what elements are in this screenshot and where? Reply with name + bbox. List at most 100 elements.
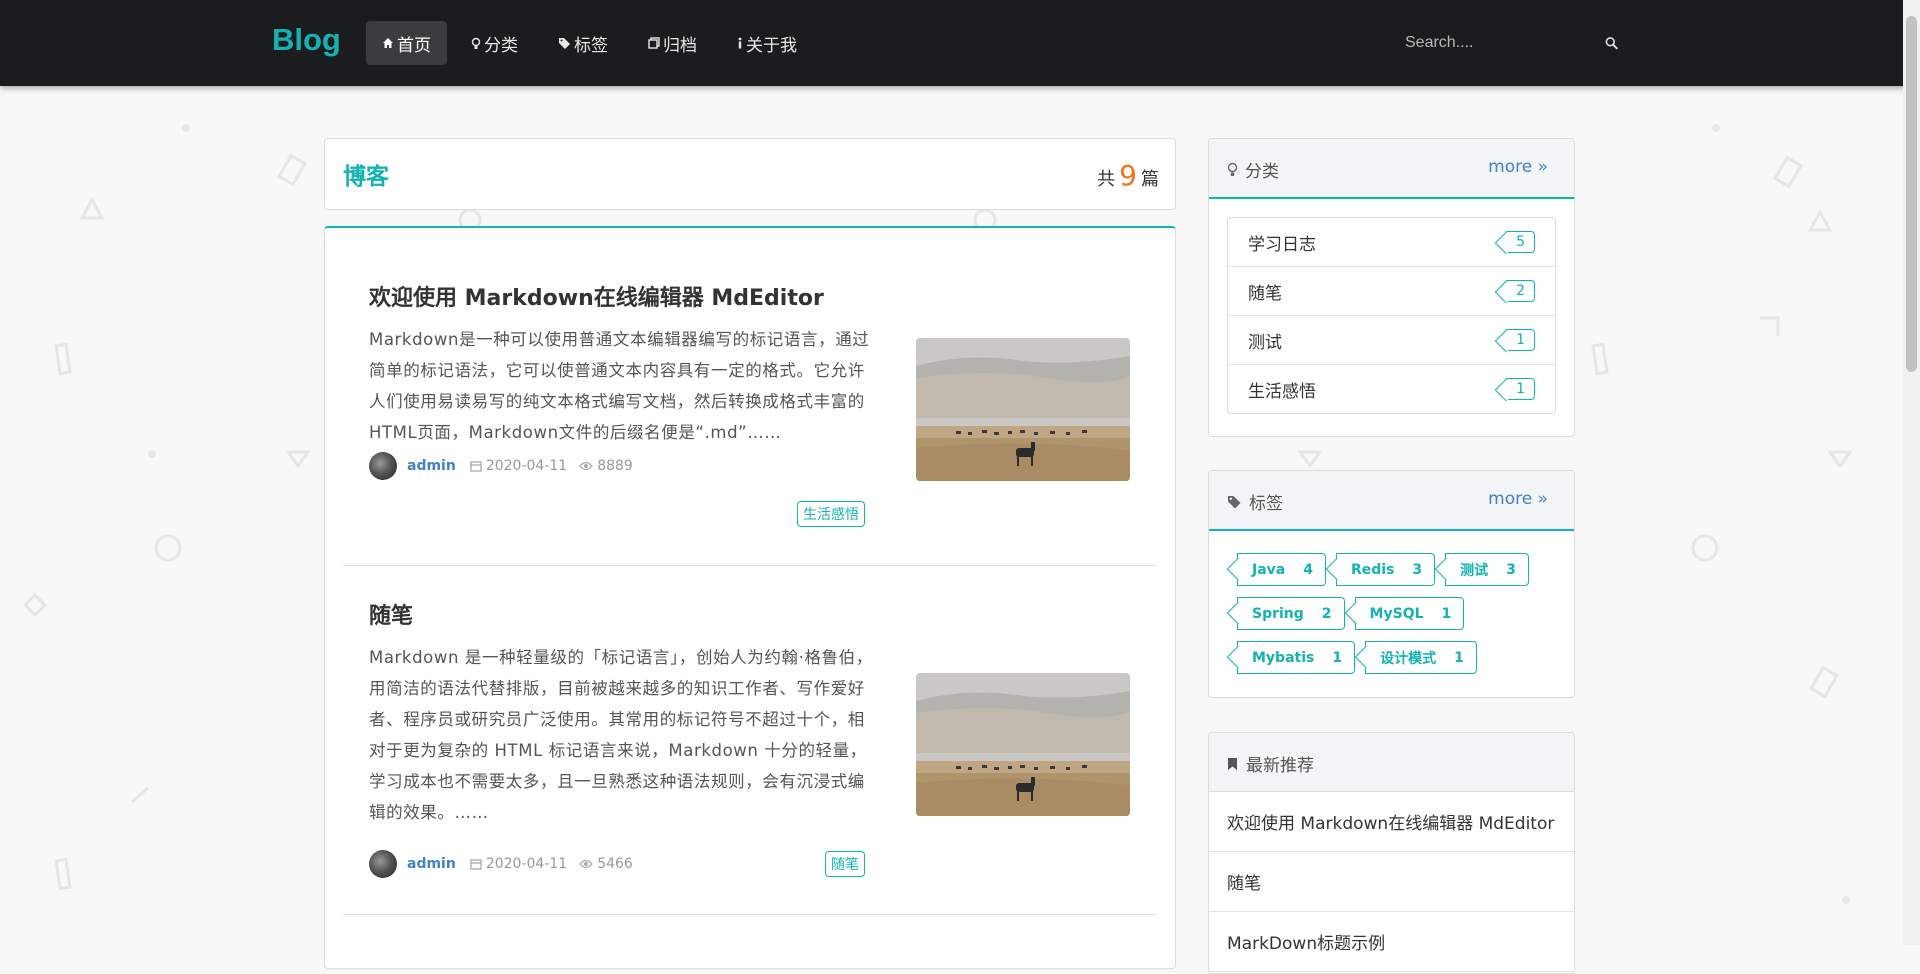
- bookmark-icon: [1228, 757, 1237, 770]
- post-views-count: 8889: [597, 458, 633, 474]
- tag-name: 设计模式: [1380, 650, 1437, 667]
- blog-count-prefix: 共: [1097, 169, 1116, 190]
- category-more-link[interactable]: more »: [1488, 157, 1548, 177]
- post-meta: admin 2020-04-11 5466: [369, 850, 645, 878]
- zebra-landscape-image: [916, 673, 1130, 816]
- post-summary: Markdown是一种可以使用普通文本编辑器编写的标记语言，通过简单的标记语法，…: [369, 330, 870, 442]
- category-item[interactable]: 测试 1: [1228, 316, 1555, 365]
- post-divider: [343, 565, 1157, 566]
- calendar-icon: [470, 461, 482, 472]
- tag-panel-title: 标签: [1227, 489, 1283, 514]
- tag-count: 3: [1506, 561, 1516, 578]
- post-title[interactable]: 欢迎使用 Markdown在线编辑器 MdEditor: [369, 280, 824, 312]
- tags-icon: [1228, 495, 1241, 508]
- lightbulb-icon: [471, 37, 481, 49]
- scrollbar-thumb[interactable]: [1906, 16, 1917, 372]
- category-panel-label: 分类: [1245, 162, 1279, 182]
- clone-icon: [648, 37, 660, 49]
- search-icon[interactable]: [1605, 35, 1618, 51]
- tag-chip[interactable]: Java 4: [1237, 553, 1326, 586]
- avatar[interactable]: [369, 452, 397, 480]
- category-item[interactable]: 生活感悟 1: [1228, 365, 1555, 413]
- tag-count: 1: [1441, 605, 1452, 622]
- main-nav: 首页 分类 标签 归档 关于我: [366, 21, 821, 65]
- category-panel-title: 分类: [1227, 157, 1279, 182]
- calendar-icon: [470, 859, 482, 870]
- tag-name: Redis: [1350, 561, 1395, 578]
- tag-count: 2: [1321, 605, 1332, 622]
- tag-name: Spring: [1252, 605, 1304, 622]
- double-chevron-right-icon: »: [1537, 489, 1548, 509]
- post-category-tag[interactable]: 生活感悟: [797, 501, 865, 527]
- recommend-panel-title: 最新推荐: [1227, 751, 1314, 776]
- blog-count-number: 9: [1119, 159, 1137, 192]
- tag-name: 测试: [1460, 562, 1489, 579]
- blog-header: 博客 共 9 篇: [324, 138, 1176, 210]
- tag-chip[interactable]: Redis 3: [1335, 553, 1436, 586]
- eye-icon: [579, 461, 594, 471]
- category-list: 学习日志 5 随笔 2 测试 1 生活感悟 1: [1227, 217, 1556, 414]
- post-date-text: 2020-04-11: [485, 458, 568, 474]
- lightbulb-icon: [1227, 162, 1238, 176]
- category-count-badge: 1: [1506, 329, 1535, 351]
- category-count: 5: [1516, 234, 1525, 250]
- page-scrollbar[interactable]: [1903, 0, 1920, 945]
- category-count: 2: [1516, 283, 1525, 299]
- post-thumbnail[interactable]: [916, 338, 1130, 481]
- zebra-landscape-image: [916, 338, 1130, 481]
- tag-count: 3: [1412, 561, 1423, 578]
- recommend-item[interactable]: 欢迎使用 Markdown在线编辑器 MdEditor: [1209, 792, 1574, 852]
- category-count-badge: 2: [1506, 280, 1535, 302]
- nav-archive[interactable]: 归档: [632, 21, 713, 65]
- category-more-label: more: [1488, 157, 1533, 177]
- tag-chip[interactable]: Mybatis 1: [1237, 641, 1356, 674]
- eye-icon: [579, 859, 594, 869]
- post-divider: [343, 914, 1157, 915]
- tag-count: 1: [1332, 649, 1343, 666]
- blog-count-suffix: 篇: [1141, 169, 1159, 190]
- nav-home-label: 首页: [397, 35, 431, 56]
- tag-panel: 标签 more » Java 4 Redis 3 测试 3 Spring 2 MySQL…: [1208, 470, 1575, 698]
- tag-chip[interactable]: MySQL 1: [1354, 597, 1465, 630]
- tag-chip[interactable]: Spring 2: [1237, 597, 1345, 630]
- tag-more-label: more: [1488, 489, 1533, 509]
- recommend-item[interactable]: 随笔: [1209, 852, 1574, 912]
- post-views: 8889: [579, 458, 633, 474]
- recommend-item[interactable]: MarkDown标题示例: [1209, 912, 1574, 972]
- nav-tags[interactable]: 标签: [542, 21, 624, 65]
- recommend-panel-header: 最新推荐: [1209, 733, 1574, 792]
- blog-count: 共 9 篇: [1097, 159, 1159, 192]
- avatar[interactable]: [369, 850, 397, 878]
- recommend-panel-label: 最新推荐: [1246, 756, 1314, 776]
- post-date: 2020-04-11: [470, 458, 567, 474]
- tag-cloud: Java 4 Redis 3 测试 3 Spring 2 MySQL 1 Mybatis 1…: [1209, 531, 1574, 685]
- tag-name: Java: [1252, 561, 1286, 578]
- nav-about-label: 关于我: [746, 35, 797, 56]
- category-name: 随笔: [1248, 283, 1282, 304]
- post-list: 欢迎使用 Markdown在线编辑器 MdEditor Markdown是一种可…: [324, 226, 1176, 969]
- category-count-badge: 1: [1506, 378, 1535, 400]
- post-category-tag[interactable]: 随笔: [825, 851, 865, 877]
- top-navbar: Blog 首页 分类 标签 归档 关于我: [0, 0, 1920, 86]
- nav-home[interactable]: 首页: [366, 21, 447, 65]
- post-title[interactable]: 随笔: [369, 598, 413, 630]
- post-author[interactable]: admin: [407, 458, 456, 474]
- post-date: 2020-04-11: [470, 856, 567, 872]
- category-name: 学习日志: [1248, 234, 1316, 255]
- category-item[interactable]: 随笔 2: [1228, 267, 1555, 316]
- category-item[interactable]: 学习日志 5: [1228, 218, 1555, 267]
- post-author[interactable]: admin: [407, 856, 456, 872]
- tag-chip[interactable]: 设计模式 1: [1365, 641, 1477, 674]
- post-thumbnail[interactable]: [916, 673, 1130, 816]
- search-input[interactable]: [1384, 34, 1605, 52]
- nav-about[interactable]: 关于我: [721, 21, 813, 65]
- nav-category[interactable]: 分类: [455, 21, 534, 65]
- tag-panel-label: 标签: [1249, 494, 1283, 514]
- post-summary: Markdown 是一种轻量级的「标记语言」，创始人为约翰·格鲁伯，用简洁的语法…: [369, 648, 873, 822]
- tag-more-link[interactable]: more »: [1488, 489, 1548, 509]
- brand-logo[interactable]: Blog: [272, 22, 341, 58]
- tag-chip[interactable]: 测试 3: [1445, 553, 1529, 586]
- double-chevron-right-icon: »: [1537, 157, 1548, 177]
- tag-name: MySQL: [1369, 605, 1424, 622]
- category-count-badge: 5: [1506, 231, 1535, 253]
